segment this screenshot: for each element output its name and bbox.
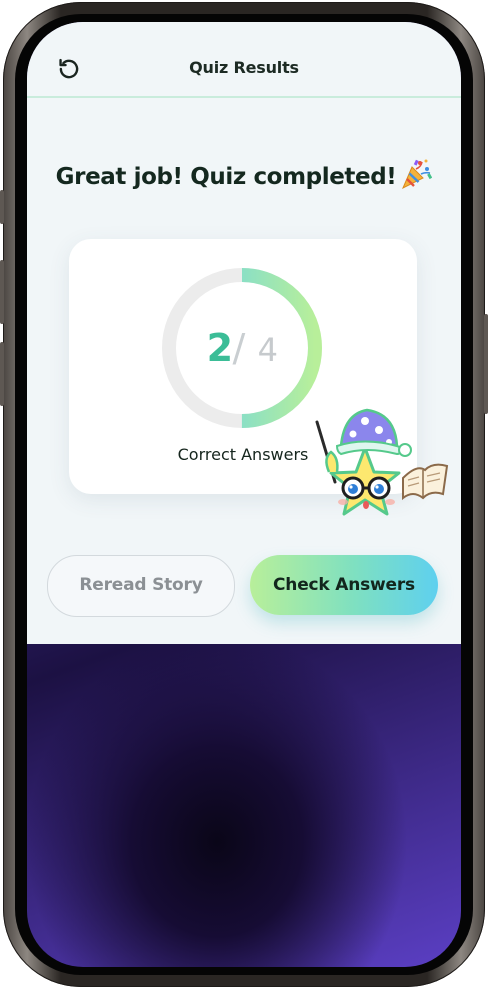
top-bar: Quiz Results <box>27 22 461 98</box>
headline-text: Great job! Quiz completed! <box>55 164 397 190</box>
total-count: 4 <box>257 331 278 369</box>
quiz-results-screen: Quiz Results Great job! Quiz completed! <box>27 22 461 644</box>
page-title: Quiz Results <box>189 58 299 77</box>
reread-story-button[interactable]: Reread Story <box>47 555 235 617</box>
correct-count: 2 <box>206 326 233 370</box>
volume-up-button <box>0 260 4 324</box>
check-answers-button[interactable]: Check Answers <box>250 555 438 615</box>
score-display: 2/ 4 <box>161 326 323 370</box>
party-popper-icon <box>400 158 433 190</box>
action-button <box>0 190 4 224</box>
star-teacher-mascot-icon <box>315 408 449 516</box>
score-separator: / <box>232 326 246 370</box>
phone-screen: Quiz Results Great job! Quiz completed! <box>27 22 461 967</box>
volume-down-button <box>0 342 4 406</box>
completion-headline: Great job! Quiz completed! <box>27 158 461 190</box>
power-button <box>484 314 488 414</box>
